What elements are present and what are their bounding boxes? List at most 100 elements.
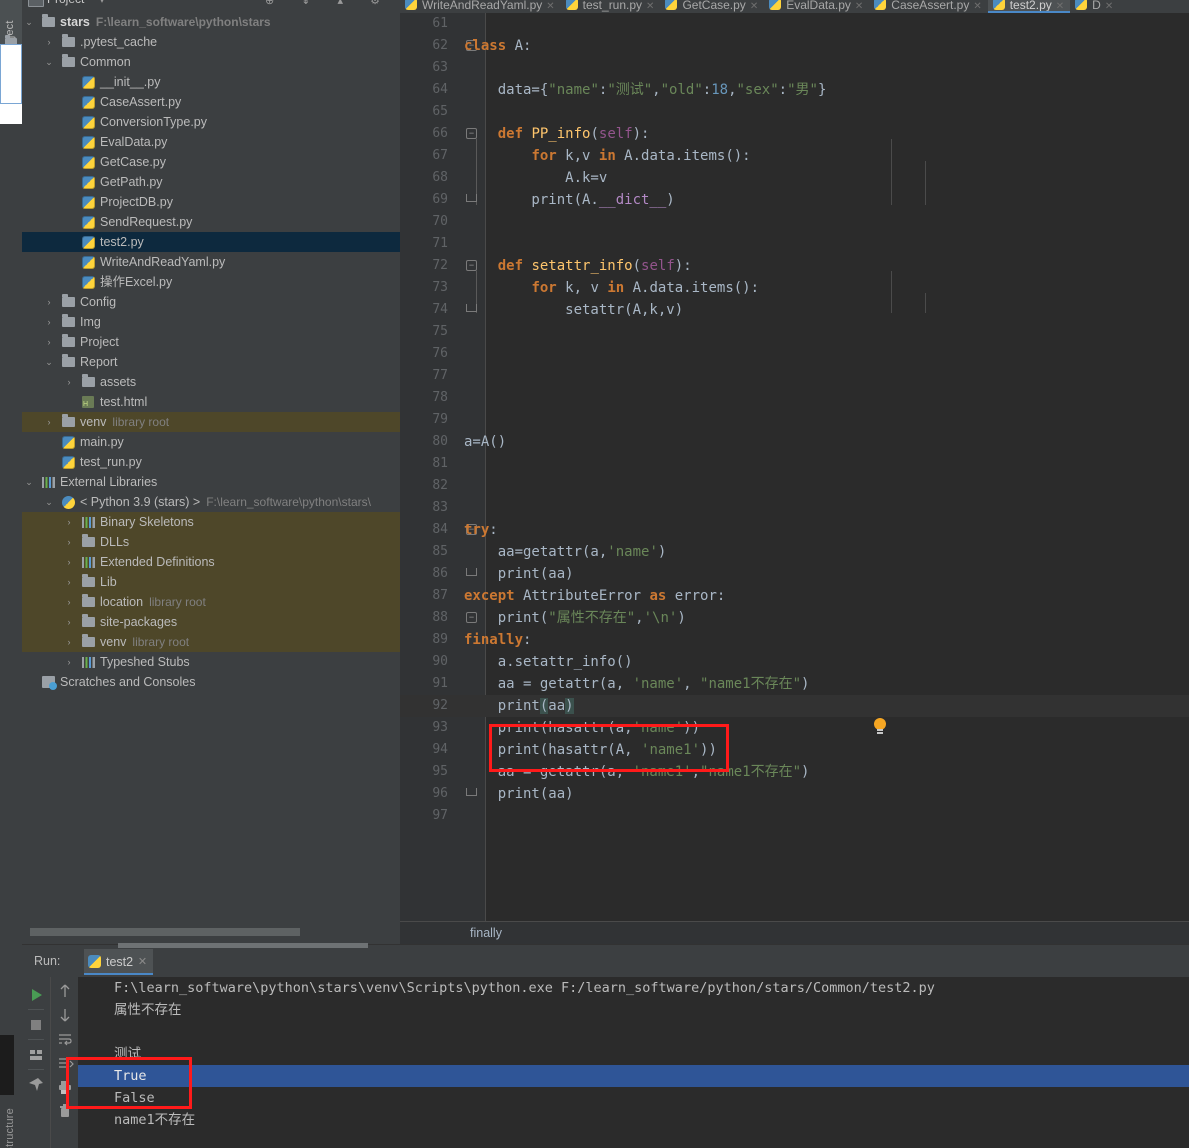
tree-row-project[interactable]: › Project xyxy=(22,332,400,352)
tree-row--pytest-cache[interactable]: › .pytest_cache xyxy=(22,32,400,52)
chevron-right-icon[interactable]: › xyxy=(44,292,54,312)
code-line-78[interactable]: 78 xyxy=(400,387,1189,409)
code-line-77[interactable]: 77 xyxy=(400,365,1189,387)
chevron-right-icon[interactable]: › xyxy=(64,652,74,672)
lightbulb-icon[interactable] xyxy=(874,718,886,734)
code-line-63[interactable]: 63 xyxy=(400,57,1189,79)
chevron-right-icon[interactable]: › xyxy=(64,632,74,652)
close-icon[interactable]: ✕ xyxy=(855,1,863,12)
tree-row-writeandreadyaml-py[interactable]: WriteAndReadYaml.py xyxy=(22,252,400,272)
tree-row-external-libraries[interactable]: ⌄ External Libraries xyxy=(22,472,400,492)
chevron-right-icon[interactable]: › xyxy=(44,312,54,332)
tree-row-venv[interactable]: › venv library root xyxy=(22,412,400,432)
code-line-82[interactable]: 82 xyxy=(400,475,1189,497)
tree-row-getpath-py[interactable]: GetPath.py xyxy=(22,172,400,192)
tree-row-site-packages[interactable]: › site-packages xyxy=(22,612,400,632)
editor-tab-d[interactable]: D ✕ xyxy=(1070,0,1119,13)
editor-tab-evaldata-py[interactable]: EvalData.py ✕ xyxy=(764,0,869,13)
code-line-73[interactable]: 73 for k, v in A.data.items(): xyxy=(400,277,1189,299)
code-line-71[interactable]: 71 xyxy=(400,233,1189,255)
code-line-91[interactable]: 91 aa = getattr(a, 'name', "name1不存在") xyxy=(400,673,1189,695)
close-icon[interactable]: ✕ xyxy=(973,1,981,12)
code-line-96[interactable]: 96 print(aa) xyxy=(400,783,1189,805)
editor-tab-writeandreadyaml-py[interactable]: WriteAndReadYaml.py ✕ xyxy=(400,0,561,13)
tree-row-test-html[interactable]: test.html xyxy=(22,392,400,412)
chevron-down-icon[interactable]: ⌄ xyxy=(44,52,54,72)
code-line-94[interactable]: 94 print(hasattr(A, 'name1')) xyxy=(400,739,1189,761)
chevron-right-icon[interactable]: › xyxy=(64,572,74,592)
close-icon[interactable]: ✕ xyxy=(546,1,554,12)
close-icon[interactable]: ✕ xyxy=(750,1,758,12)
tree-row-venv[interactable]: › venv library root xyxy=(22,632,400,652)
tree-row-test2-py[interactable]: test2.py xyxy=(22,232,400,252)
editor-tab-test2-py[interactable]: test2.py ✕ xyxy=(987,0,1071,13)
code-line-76[interactable]: 76 xyxy=(400,343,1189,365)
tree-row-common[interactable]: ⌄ Common xyxy=(22,52,400,72)
editor-tab-bar[interactable]: WriteAndReadYaml.py ✕ test_run.py ✕ GetCase.… xyxy=(400,0,1189,13)
code-line-89[interactable]: 89 finally: xyxy=(400,629,1189,651)
tree-row-scratches-and-consoles[interactable]: Scratches and Consoles xyxy=(22,672,400,692)
code-line-84[interactable]: 84 try: xyxy=(400,519,1189,541)
tree-row-lib[interactable]: › Lib xyxy=(22,572,400,592)
chevron-right-icon[interactable]: › xyxy=(44,32,54,52)
code-line-72[interactable]: 72 def setattr_info(self): xyxy=(400,255,1189,277)
close-icon[interactable]: ✕ xyxy=(1056,1,1064,12)
code-line-86[interactable]: 86 print(aa) xyxy=(400,563,1189,585)
code-line-66[interactable]: 66 def PP_info(self): xyxy=(400,123,1189,145)
layout-icon[interactable] xyxy=(26,1045,46,1065)
chevron-down-icon[interactable]: ⌄ xyxy=(44,352,54,372)
code-line-68[interactable]: 68 A.k=v xyxy=(400,167,1189,189)
tree-row-typeshed-stubs[interactable]: › Typeshed Stubs xyxy=(22,652,400,672)
chevron-down-icon[interactable]: ▾ xyxy=(100,0,104,5)
run-tab-test2[interactable]: test2 ✕ xyxy=(84,949,154,975)
chevron-right-icon[interactable]: › xyxy=(64,612,74,632)
code-line-85[interactable]: 85 aa=getattr(a,'name') xyxy=(400,541,1189,563)
project-hscrollbar-thumb[interactable] xyxy=(30,928,300,936)
code-line-65[interactable]: 65 xyxy=(400,101,1189,123)
code-line-67[interactable]: 67 for k,v in A.data.items(): xyxy=(400,145,1189,167)
tree-row-stars[interactable]: ⌄ stars F:\learn_software\python\stars xyxy=(22,12,400,32)
code-line-90[interactable]: 90 a.setattr_info() xyxy=(400,651,1189,673)
project-panel-toolbar[interactable]: ⊕ ⇟ ▴ ⚙ xyxy=(265,0,392,7)
run-icon[interactable] xyxy=(26,985,46,1005)
code-line-69[interactable]: 69 print(A.__dict__) xyxy=(400,189,1189,211)
code-editor[interactable]: − − − − − 61 62 class A: 63 64 data={"name":… xyxy=(400,13,1189,921)
code-line-80[interactable]: 80 a=A() xyxy=(400,431,1189,453)
code-line-64[interactable]: 64 data={"name":"测试","old":18,"sex":"男"} xyxy=(400,79,1189,101)
structure-tool-label[interactable]: Structure xyxy=(4,1108,16,1148)
chevron-down-icon[interactable]: ⌄ xyxy=(44,492,54,512)
code-line-61[interactable]: 61 xyxy=(400,13,1189,35)
tree-row-extended-definitions[interactable]: › Extended Definitions xyxy=(22,552,400,572)
close-icon[interactable]: ✕ xyxy=(1105,1,1113,12)
chevron-right-icon[interactable]: › xyxy=(44,332,54,352)
chevron-right-icon[interactable]: › xyxy=(64,372,74,392)
tree-row-main-py[interactable]: main.py xyxy=(22,432,400,452)
code-line-83[interactable]: 83 xyxy=(400,497,1189,519)
code-line-74[interactable]: 74 setattr(A,k,v) xyxy=(400,299,1189,321)
tree-row---excel-py[interactable]: 操作Excel.py xyxy=(22,272,400,292)
tree-row-evaldata-py[interactable]: EvalData.py xyxy=(22,132,400,152)
pin-icon[interactable] xyxy=(26,1075,46,1095)
chevron-right-icon[interactable]: › xyxy=(64,552,74,572)
chevron-down-icon[interactable]: ⌄ xyxy=(24,472,34,492)
code-line-70[interactable]: 70 xyxy=(400,211,1189,233)
code-line-97[interactable]: 97 xyxy=(400,805,1189,827)
editor-tab-getcase-py[interactable]: GetCase.py ✕ xyxy=(660,0,764,13)
close-icon[interactable]: ✕ xyxy=(646,1,654,12)
print-icon[interactable] xyxy=(55,1077,75,1097)
code-line-93[interactable]: 93 print(hasattr(a,'name')) xyxy=(400,717,1189,739)
scroll-down-icon[interactable] xyxy=(55,1005,75,1025)
chevron-right-icon[interactable]: › xyxy=(64,592,74,612)
tree-row-sendrequest-py[interactable]: SendRequest.py xyxy=(22,212,400,232)
editor-tab-test-run-py[interactable]: test_run.py ✕ xyxy=(561,0,661,13)
scroll-to-end-icon[interactable] xyxy=(55,1053,75,1073)
tree-row-caseassert-py[interactable]: CaseAssert.py xyxy=(22,92,400,112)
run-console-output[interactable]: F:\learn_software\python\stars\venv\Scri… xyxy=(78,977,1189,1148)
tree-row-config[interactable]: › Config xyxy=(22,292,400,312)
close-icon[interactable]: ✕ xyxy=(138,949,147,975)
soft-wrap-icon[interactable] xyxy=(55,1029,75,1049)
tree-row-report[interactable]: ⌄ Report xyxy=(22,352,400,372)
code-line-95[interactable]: 95 aa = getattr(a, 'name1',"name1不存在") xyxy=(400,761,1189,783)
chevron-right-icon[interactable]: › xyxy=(64,532,74,552)
tree-row-dlls[interactable]: › DLLs xyxy=(22,532,400,552)
